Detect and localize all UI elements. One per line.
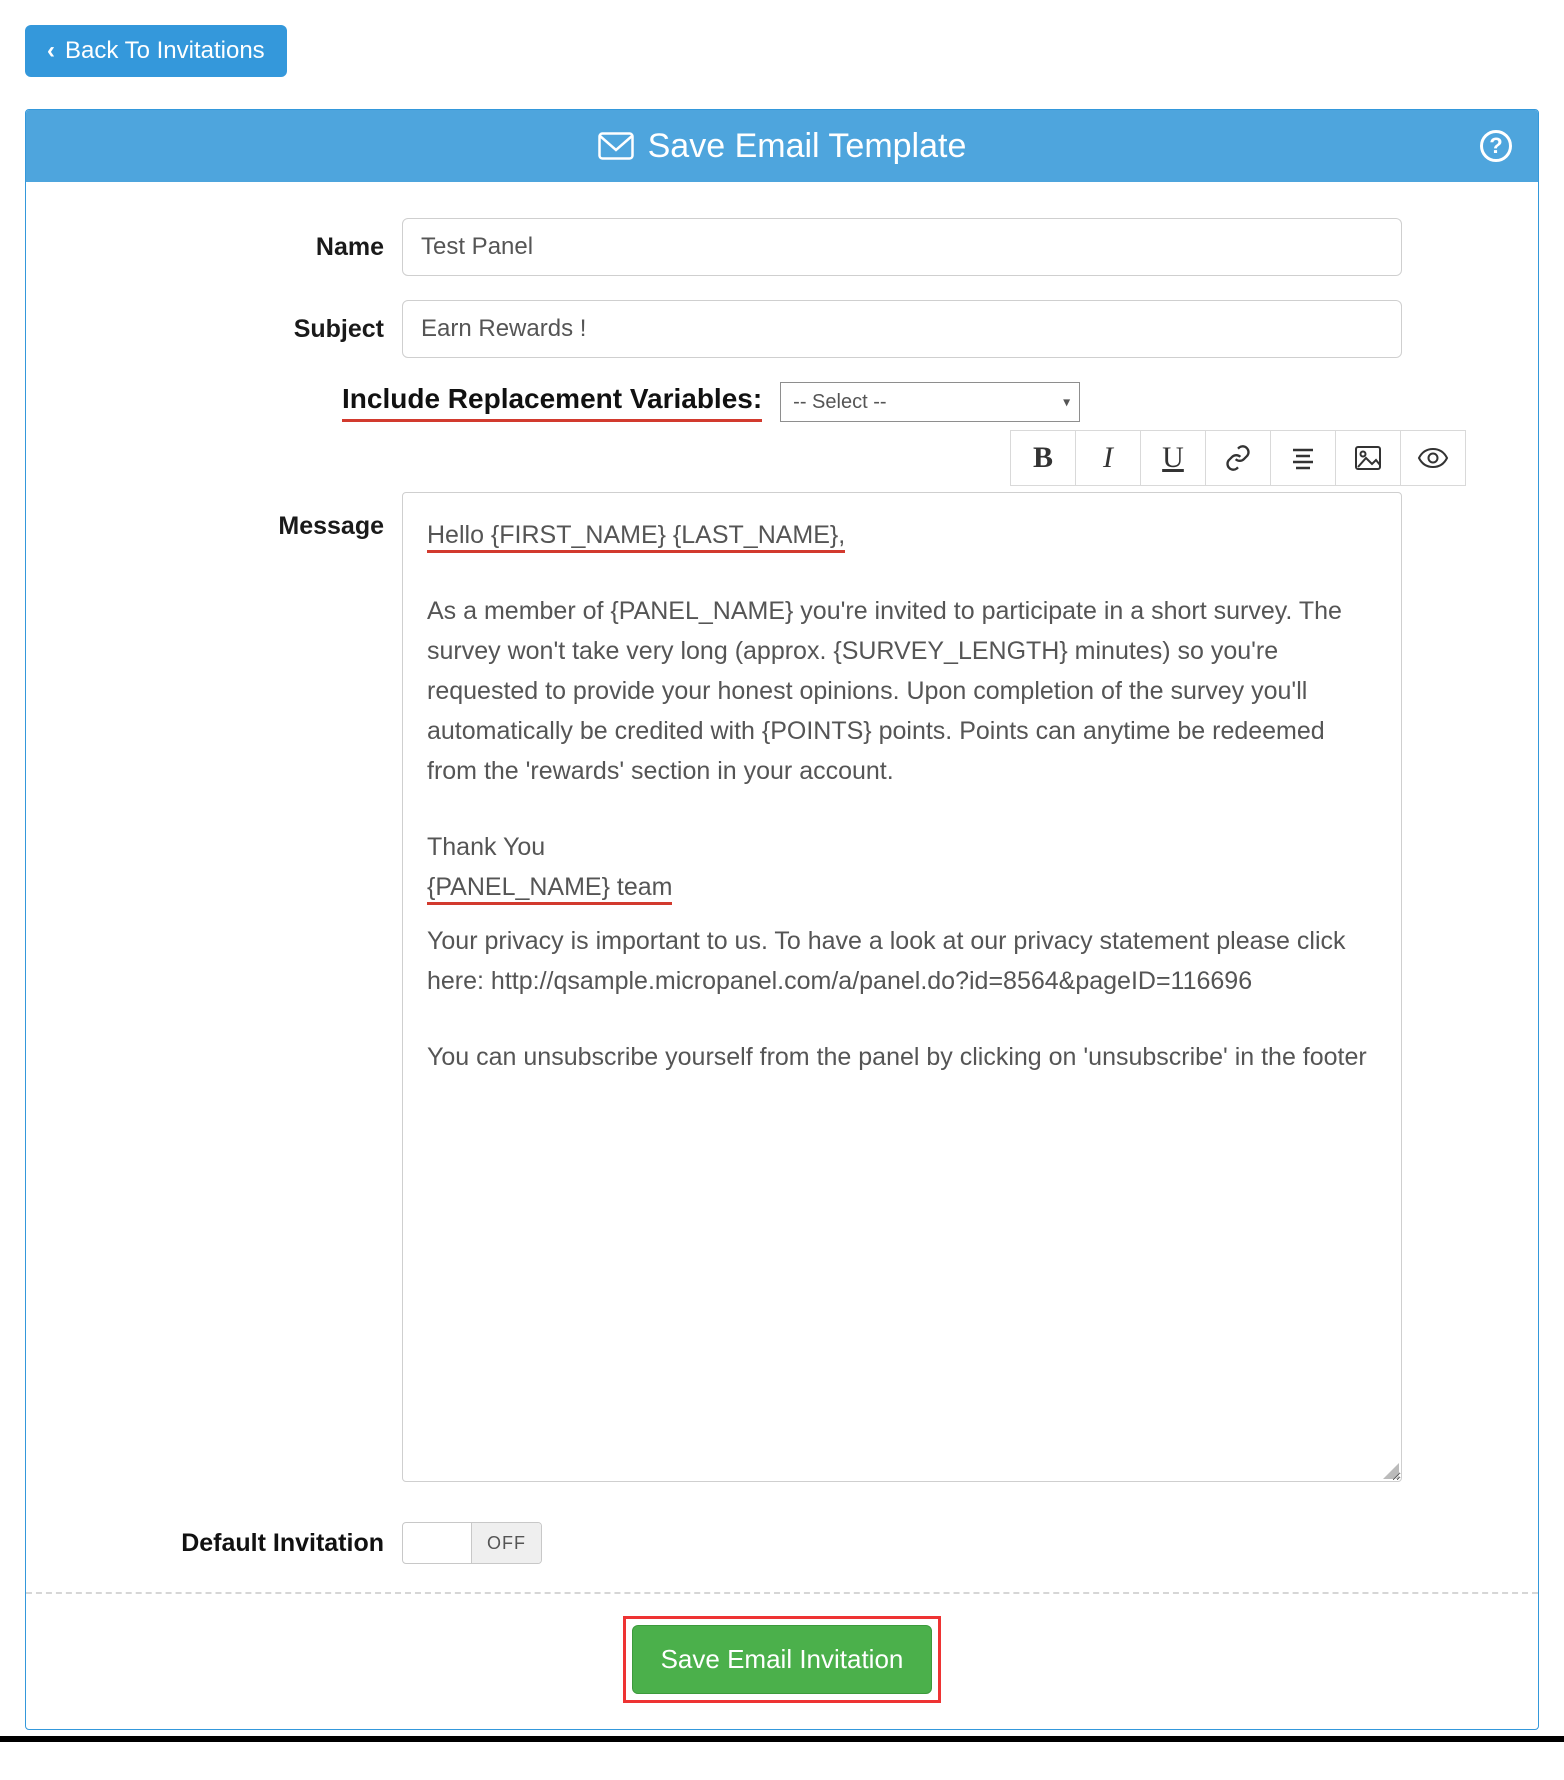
preview-button[interactable] (1400, 430, 1466, 486)
thank-text: Thank You (427, 827, 1377, 867)
default-invitation-toggle[interactable]: OFF (402, 1522, 542, 1564)
align-button[interactable] (1270, 430, 1336, 486)
name-label: Name (62, 233, 402, 262)
save-template-panel: Save Email Template ? Name Subject Inclu… (25, 109, 1539, 1730)
subject-input[interactable] (402, 300, 1402, 358)
back-to-invitations-button[interactable]: ‹ Back To Invitations (25, 25, 287, 77)
panel-header: Save Email Template ? (26, 110, 1538, 182)
resize-handle-icon[interactable] (1383, 1463, 1399, 1479)
default-invitation-label: Default Invitation (62, 1529, 402, 1558)
replacement-vars-select[interactable]: -- Select -- (780, 382, 1080, 422)
bold-button[interactable]: B (1010, 430, 1076, 486)
envelope-icon (598, 132, 634, 160)
greeting-text: Hello {FIRST_NAME} {LAST_NAME}, (427, 521, 845, 553)
editor-toolbar: B I U (62, 430, 1466, 486)
replacement-vars-label: Include Replacement Variables: (342, 383, 762, 422)
toggle-state: OFF (471, 1523, 541, 1563)
save-email-invitation-button[interactable]: Save Email Invitation (632, 1625, 933, 1694)
link-button[interactable] (1205, 430, 1271, 486)
unsubscribe-text: You can unsubscribe yourself from the pa… (427, 1037, 1377, 1077)
body-text: As a member of {PANEL_NAME} you're invit… (427, 591, 1377, 791)
message-label: Message (62, 492, 402, 541)
panel-body: Name Subject Include Replacement Variabl… (26, 182, 1538, 1729)
bottom-border (0, 1736, 1564, 1742)
privacy-text: Your privacy is important to us. To have… (427, 921, 1377, 1001)
team-text: {PANEL_NAME} team (427, 873, 672, 905)
chevron-left-icon: ‹ (47, 37, 55, 65)
subject-label: Subject (62, 315, 402, 344)
back-button-label: Back To Invitations (65, 37, 265, 65)
panel-title: Save Email Template (648, 127, 967, 166)
separator (26, 1592, 1538, 1594)
underline-button[interactable]: U (1140, 430, 1206, 486)
italic-button[interactable]: I (1075, 430, 1141, 486)
message-editor[interactable]: Hello {FIRST_NAME} {LAST_NAME}, As a mem… (402, 492, 1402, 1482)
image-button[interactable] (1335, 430, 1401, 486)
help-icon[interactable]: ? (1480, 130, 1512, 162)
save-highlight-box: Save Email Invitation (623, 1616, 942, 1703)
name-input[interactable] (402, 218, 1402, 276)
